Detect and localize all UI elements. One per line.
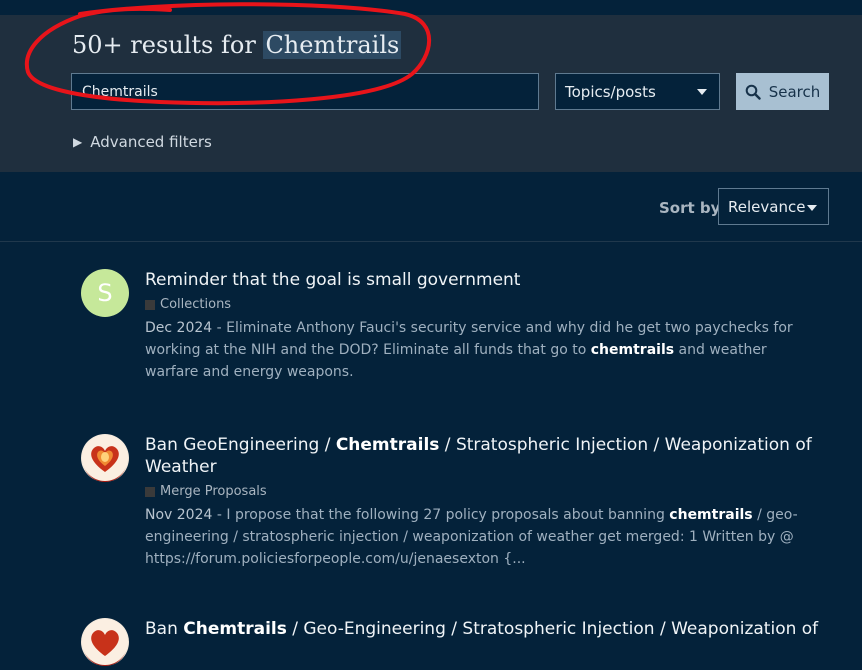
sort-label: Sort by [659, 199, 721, 217]
sort-select[interactable]: Relevance [718, 188, 829, 225]
search-icon [745, 84, 761, 100]
heart-avatar-icon [82, 619, 128, 665]
chevron-down-icon [807, 205, 817, 211]
category-badge[interactable]: Merge Proposals [145, 484, 821, 499]
category-label: Merge Proposals [160, 484, 267, 499]
result-title-link[interactable]: Ban GeoEngineering / Chemtrails / Strato… [145, 434, 821, 478]
divider [0, 241, 862, 242]
search-type-select[interactable]: Topics/posts [555, 73, 720, 110]
result-title-text: Reminder that the goal is small governme… [145, 270, 521, 290]
search-button-label: Search [768, 82, 821, 101]
search-button[interactable]: Search [736, 73, 829, 110]
result-blurb: Dec 2024 - Eliminate Anthony Fauci's sec… [145, 317, 821, 383]
avatar[interactable] [81, 618, 129, 666]
result-title-link[interactable]: Reminder that the goal is small governme… [145, 269, 821, 291]
category-color-square [145, 486, 155, 497]
result-date: Dec 2024 [145, 320, 213, 336]
result-title-highlight: Chemtrails [335, 435, 440, 455]
search-type-value: Topics/posts [565, 82, 656, 101]
result-title-text: Ban [145, 619, 184, 639]
heart-avatar-icon [82, 435, 128, 481]
advanced-filters-label: Advanced filters [90, 133, 212, 151]
result-date: Nov 2024 [145, 507, 213, 523]
search-input[interactable] [71, 73, 539, 110]
result-title-highlight: Chemtrails [183, 619, 287, 639]
results-title: 50+ results for Chemtrails [72, 31, 402, 59]
avatar-letter: S [97, 279, 113, 307]
avatar[interactable]: S [81, 269, 129, 317]
chevron-down-icon [697, 89, 707, 95]
result-blurb: Nov 2024 - I propose that the following … [145, 504, 821, 570]
category-label: Collections [160, 297, 232, 312]
advanced-filters-toggle[interactable]: ▶ Advanced filters [73, 133, 212, 151]
category-badge[interactable]: Collections [145, 297, 821, 312]
result-title-link[interactable]: Ban Chemtrails / Geo-Engineering / Strat… [145, 618, 821, 640]
avatar[interactable] [81, 434, 129, 482]
blurb-text: - I propose that the following 27 policy… [212, 507, 670, 523]
blurb-highlight: chemtrails [669, 507, 753, 523]
top-bar [0, 0, 862, 15]
result-title-text: / Geo-Engineering / Stratospheric Inject… [286, 619, 819, 639]
blurb-highlight: chemtrails [590, 342, 675, 358]
result-title-text: Ban GeoEngineering / [145, 435, 336, 455]
results-count-text: 50+ results for [72, 31, 264, 59]
category-color-square [145, 299, 155, 310]
sort-value: Relevance [728, 197, 806, 216]
results-search-term: Chemtrails [263, 31, 402, 59]
caret-right-icon: ▶ [73, 135, 83, 149]
